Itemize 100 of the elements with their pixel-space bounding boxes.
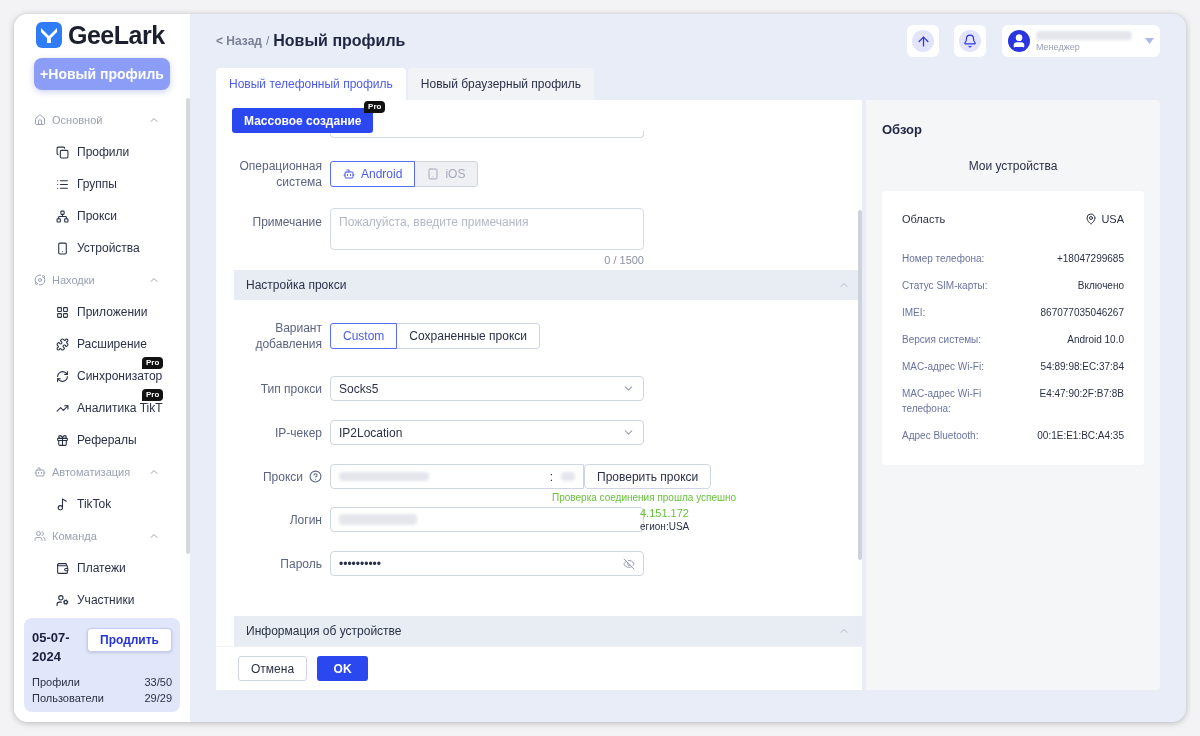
info-label: MAC-адрес Wi-Fi: bbox=[902, 360, 984, 374]
section-title: Информация об устройстве bbox=[246, 624, 402, 638]
nav-icon bbox=[56, 337, 69, 351]
proxy-host-field[interactable]: : bbox=[330, 464, 584, 489]
upload-button[interactable] bbox=[907, 25, 939, 57]
logo-text: GeeLark bbox=[68, 20, 165, 50]
page-title: Новый профиль bbox=[273, 32, 407, 50]
logo-icon bbox=[36, 22, 62, 48]
notifications-button[interactable] bbox=[954, 25, 986, 57]
char-counter: 0 / 1500 bbox=[603, 254, 644, 266]
pro-badge: Pro bbox=[142, 389, 164, 401]
stat-value: 29/29 bbox=[144, 692, 172, 704]
plan-date: 05-07-2024 bbox=[32, 629, 71, 666]
nav-item[interactable]: Синхронизатор bbox=[77, 369, 163, 383]
check-proxy-button[interactable]: Проверить прокси bbox=[584, 464, 712, 489]
nav-icon bbox=[56, 561, 69, 575]
breadcrumb-separator: / bbox=[265, 34, 270, 48]
nav-item[interactable]: Профили bbox=[77, 145, 130, 159]
info-label: IMEI: bbox=[902, 306, 926, 320]
info-label: Номер телефона: bbox=[902, 252, 985, 266]
info-label: MAC-адрес Wi-Fi телефона: bbox=[902, 387, 983, 416]
nav-item[interactable]: Прокси bbox=[77, 209, 118, 223]
variant-option[interactable]: Custom bbox=[330, 323, 398, 349]
redacted-port bbox=[561, 472, 575, 481]
nav-item[interactable]: Группы bbox=[77, 177, 117, 191]
field-label: Тип прокси bbox=[259, 380, 322, 397]
section-header[interactable]: Информация об устройстве bbox=[234, 616, 862, 646]
os-icon bbox=[427, 168, 440, 180]
ip-checker-select[interactable]: IP2Location bbox=[330, 420, 644, 445]
tab[interactable]: Новый телефонный профиль bbox=[216, 68, 406, 100]
tab[interactable]: Новый браузерный профиль bbox=[407, 68, 594, 100]
pro-badge: Pro bbox=[142, 357, 164, 369]
password-field[interactable]: •••••••••• bbox=[330, 551, 644, 576]
stat-label: Пользователи bbox=[32, 692, 104, 704]
info-value: Включено bbox=[1077, 279, 1124, 293]
ip-address: 4.151.172 bbox=[640, 507, 690, 519]
region-text: егион:USA bbox=[640, 521, 690, 532]
nav-item[interactable]: Приложении bbox=[77, 305, 148, 319]
overview-subtitle: Мои устройства bbox=[967, 159, 1059, 173]
field-label: Прокси bbox=[262, 468, 303, 485]
nav-item[interactable]: Участники bbox=[77, 593, 135, 607]
nav-icon bbox=[56, 369, 69, 383]
eye-off-icon[interactable] bbox=[623, 557, 635, 570]
nav-item[interactable]: Платежи bbox=[77, 561, 126, 575]
info-label: Адрес Bluetooth: bbox=[902, 429, 979, 443]
port-separator: : bbox=[549, 469, 553, 484]
section-title: Настройка прокси bbox=[246, 278, 347, 292]
stat-value: 33/50 bbox=[144, 676, 172, 688]
nav-item[interactable]: Аналитика TikT bbox=[77, 401, 163, 415]
os-icon bbox=[343, 168, 355, 180]
nav-icon bbox=[56, 209, 69, 223]
success-message: Проверка соединения прошла успешно bbox=[552, 492, 738, 503]
location-pin-icon bbox=[1085, 213, 1098, 225]
region-value: USA bbox=[1101, 213, 1124, 225]
caret-icon bbox=[1145, 38, 1154, 44]
field-label: Логин bbox=[288, 511, 322, 528]
variant-option[interactable]: Сохраненные прокси bbox=[396, 323, 541, 349]
field-label: Пароль bbox=[279, 555, 322, 572]
nav-item[interactable]: TikTok bbox=[77, 497, 112, 511]
help-icon[interactable] bbox=[309, 470, 322, 483]
group-icon bbox=[34, 114, 46, 126]
info-label: Версия системы: bbox=[902, 333, 982, 347]
info-value: 867077035046267 bbox=[1040, 306, 1124, 320]
renew-button[interactable]: Продлить bbox=[87, 628, 172, 652]
avatar-icon bbox=[1008, 30, 1030, 52]
region-label: Область bbox=[902, 213, 946, 225]
note-field[interactable]: Пожалуйста, введите примечания bbox=[330, 208, 644, 250]
tags-field[interactable] bbox=[330, 131, 644, 138]
info-value: Android 10.0 bbox=[1067, 333, 1124, 347]
nav-icon bbox=[56, 177, 69, 191]
field-label: Примечание bbox=[251, 214, 322, 230]
nav-icon bbox=[56, 305, 69, 319]
user-role: Менеджер bbox=[1036, 41, 1081, 52]
stat-label: Профили bbox=[32, 676, 80, 688]
ok-button[interactable]: OK bbox=[317, 656, 369, 681]
nav-icon bbox=[56, 497, 69, 511]
proxy-type-select[interactable]: Socks5 bbox=[330, 376, 644, 401]
info-value: +18047299685 bbox=[1056, 252, 1124, 266]
nav-item[interactable]: Расширение bbox=[77, 337, 147, 351]
info-value: E4:47:90:2F:B7:8B bbox=[1039, 387, 1124, 401]
group-icon bbox=[34, 466, 46, 478]
info-value: 54:89:98:EC:37:84 bbox=[1040, 360, 1124, 374]
info-value: 00:1E:E1:BC:A4:35 bbox=[1037, 429, 1124, 443]
nav-icon bbox=[56, 145, 69, 159]
cancel-button[interactable]: Отмена bbox=[238, 656, 308, 681]
field-label: IP-чекер bbox=[274, 424, 322, 441]
nav-icon bbox=[56, 241, 69, 255]
field-label: Вариант добавления bbox=[254, 320, 322, 352]
info-label: Статус SIM-карты: bbox=[902, 279, 988, 293]
mass-create-button[interactable]: Массовое создание bbox=[232, 108, 374, 133]
group-icon bbox=[34, 530, 46, 542]
field-label: Операционная система bbox=[238, 158, 322, 190]
overview-title: Обзор bbox=[882, 122, 923, 137]
nav-icon bbox=[56, 433, 69, 447]
nav-item[interactable]: Устройства bbox=[77, 241, 140, 255]
bell-icon bbox=[963, 34, 977, 48]
group-icon bbox=[34, 274, 46, 286]
pro-badge: Pro bbox=[364, 101, 386, 113]
nav-item[interactable]: Рефералы bbox=[77, 433, 137, 447]
os-option[interactable]: Android bbox=[330, 161, 416, 187]
